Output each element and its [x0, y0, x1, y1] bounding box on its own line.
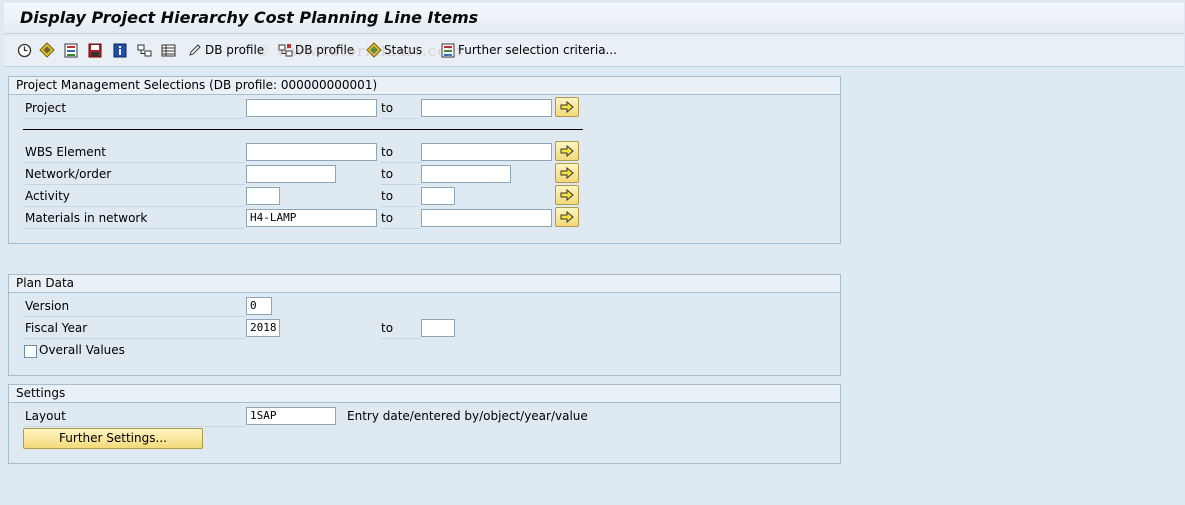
version-input[interactable]: 0 [246, 297, 272, 315]
table-layout-icon [160, 42, 176, 58]
pencil-icon [187, 42, 203, 58]
multiple-selection-button[interactable] [63, 41, 79, 59]
layout-input[interactable]: 1SAP [246, 407, 336, 425]
arrow-right-icon [560, 189, 574, 201]
project-to-input[interactable] [421, 99, 552, 117]
information-button[interactable] [112, 41, 128, 59]
to-label: to [381, 164, 421, 185]
project-from-input[interactable] [246, 99, 377, 117]
hierarchy-change-icon [277, 42, 293, 58]
further-selection-label: Further selection criteria... [458, 43, 617, 57]
db-profile-label: DB profile [295, 43, 355, 57]
group-header: Plan Data [9, 275, 840, 293]
to-label: to [381, 142, 421, 163]
variant-hierarchy-button[interactable] [136, 41, 152, 59]
to-label: to [381, 208, 421, 229]
db-profile-label: DB profile [205, 43, 265, 57]
to-label: to [381, 98, 421, 119]
diamond-multi-icon [39, 42, 55, 58]
status-label: Status [384, 43, 423, 57]
project-label: Project [25, 98, 245, 119]
status-diamond-icon [366, 42, 382, 58]
activity-from-input[interactable] [246, 187, 280, 205]
list-select-icon [63, 42, 79, 58]
materials-from-input[interactable]: H4-LAMP [246, 209, 377, 227]
group-header: Project Management Selections (DB profil… [9, 77, 840, 95]
wbs-to-input[interactable] [421, 143, 552, 161]
activity-label: Activity [25, 186, 245, 207]
layout-label: Layout [25, 406, 245, 427]
application-toolbar: DB profile DB profile Status Further sel… [4, 36, 1184, 67]
materials-in-network-label: Materials in network [25, 208, 245, 229]
info-icon [112, 42, 128, 58]
to-label: to [381, 318, 421, 339]
plan-data-group: Plan Data Version 0 Fiscal Year 2018 to … [8, 274, 841, 376]
wbs-from-input[interactable] [246, 143, 377, 161]
arrow-right-icon [560, 167, 574, 179]
activity-multiple-selection-button[interactable] [555, 185, 579, 205]
overall-values-checkbox[interactable] [24, 345, 37, 358]
overall-values-label: Overall Values [39, 343, 125, 357]
clock-execute-icon [16, 42, 32, 58]
materials-to-input[interactable] [421, 209, 552, 227]
to-label: to [381, 186, 421, 207]
network-order-label: Network/order [25, 164, 245, 185]
activity-to-input[interactable] [421, 187, 455, 205]
execute-button[interactable] [16, 41, 32, 59]
settings-group: Settings Layout 1SAP Entry date/entered … [8, 384, 841, 464]
fiscal-year-to-input[interactable] [421, 319, 455, 337]
fiscal-year-label: Fiscal Year [25, 318, 245, 339]
pm-selections-group: Project Management Selections (DB profil… [8, 76, 841, 244]
project-multiple-selection-button[interactable] [555, 97, 579, 117]
save-icon [87, 42, 103, 58]
arrow-right-icon [560, 101, 574, 113]
page-title: Display Project Hierarchy Cost Planning … [20, 8, 479, 27]
network-from-input[interactable] [246, 165, 336, 183]
wbs-multiple-selection-button[interactable] [555, 141, 579, 161]
separator-line [23, 129, 583, 130]
fiscal-year-from-input[interactable]: 2018 [246, 319, 280, 337]
db-profile-change-button[interactable]: DB profile [277, 41, 354, 59]
status-button[interactable]: Status [366, 41, 422, 59]
title-bar: Display Project Hierarchy Cost Planning … [4, 3, 1184, 34]
network-multiple-selection-button[interactable] [555, 163, 579, 183]
selection-criteria-icon [440, 42, 456, 58]
group-header: Settings [9, 385, 840, 403]
db-profile-edit-button[interactable]: DB profile [187, 41, 264, 59]
materials-multiple-selection-button[interactable] [555, 207, 579, 227]
further-settings-button[interactable]: Further Settings... [23, 428, 203, 449]
further-selection-criteria-button[interactable]: Further selection criteria... [440, 41, 617, 59]
arrow-right-icon [560, 211, 574, 223]
version-label: Version [25, 296, 245, 317]
hierarchy-icon [136, 42, 152, 58]
arrow-right-icon [560, 145, 574, 157]
network-to-input[interactable] [421, 165, 511, 183]
wbs-element-label: WBS Element [25, 142, 245, 163]
selection-options-button[interactable] [39, 41, 55, 59]
layout-description: Entry date/entered by/object/year/value [347, 409, 588, 423]
save-variant-button[interactable] [87, 41, 103, 59]
layout-button[interactable] [160, 41, 176, 59]
